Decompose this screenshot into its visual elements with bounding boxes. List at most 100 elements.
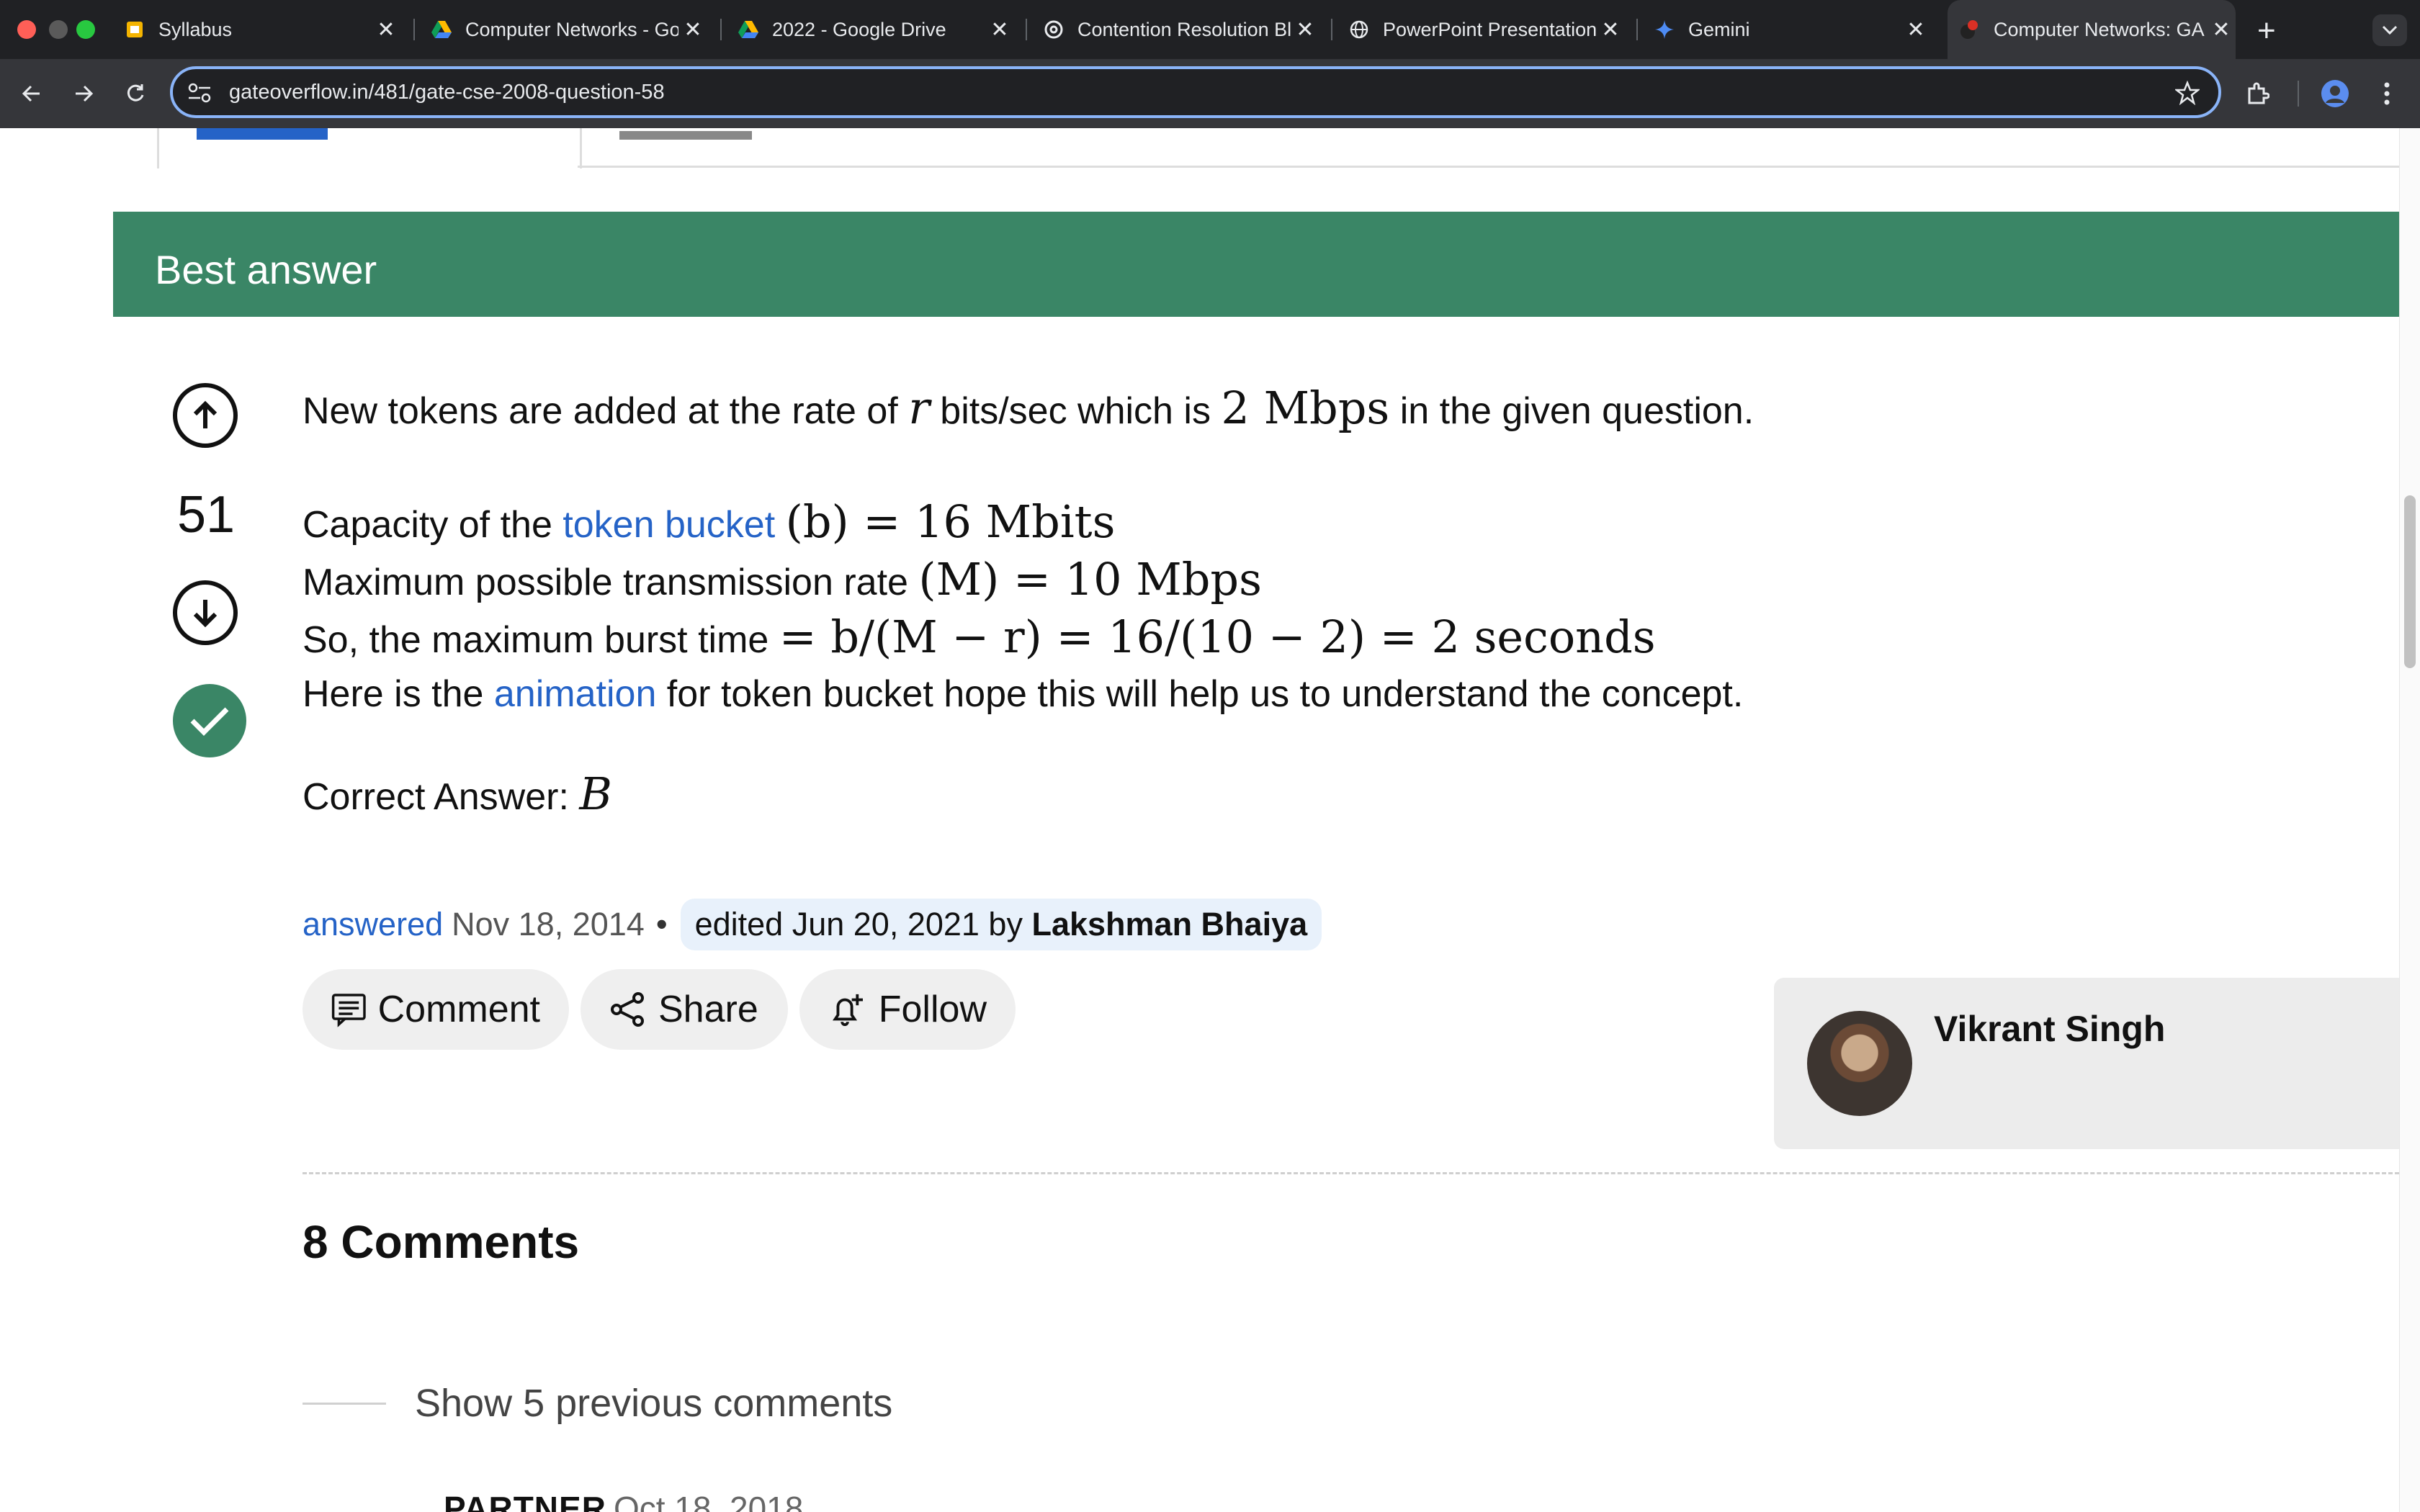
answer-line-max-rate: Maximum possible transmission rate (M) =… (302, 553, 1262, 606)
edited-info: edited Jun 20, 2021 by Lakshman Bhaiya (680, 899, 1322, 950)
correct-answer: Correct Answer: B (302, 768, 612, 820)
checkmark-icon (190, 707, 229, 736)
answer-line-burst-time: So, the maximum burst time = b/(M − r) =… (302, 611, 1656, 663)
tab-computer-networks-drive[interactable]: Computer Networks - Go ✕ (419, 0, 707, 59)
comment-icon (331, 994, 366, 1027)
partner-badge: PARTNER (444, 1490, 606, 1512)
author-name[interactable]: Vikrant Singh (1934, 1008, 2165, 1050)
comment-date: Oct 18, 2018 (613, 1490, 804, 1512)
scrollbar-thumb[interactable] (2404, 495, 2416, 668)
close-tab-icon[interactable]: ✕ (1596, 17, 1625, 42)
tab-gateoverflow-active[interactable]: Computer Networks: GA ✕ (1948, 0, 2236, 59)
tab-indicator (619, 131, 752, 140)
answer-tabs-strip (157, 128, 2407, 168)
reload-button[interactable] (118, 76, 153, 111)
kebab-menu-icon (2384, 82, 2390, 105)
arrow-up-icon (193, 400, 218, 428)
answer-line-capacity: Capacity of the token bucket (b) = 16 Mb… (302, 495, 1116, 548)
author-card: Vikrant Singh (1774, 978, 2415, 1149)
comment-author-line: PARTNER Oct 18, 2018 (444, 1489, 803, 1512)
close-tab-icon[interactable]: ✕ (372, 17, 400, 42)
tab-label: Gemini (1688, 18, 1750, 40)
token-bucket-link[interactable]: token bucket (563, 504, 775, 546)
share-button[interactable]: Share (581, 969, 788, 1050)
tab-label: Contention Resolution Bl (1077, 18, 1291, 40)
browser-tab-strip: Syllabus ✕ Computer Networks - Go ✕ 2022… (0, 0, 2420, 59)
answered-link[interactable]: answered (302, 906, 443, 943)
minimize-window-button[interactable] (49, 20, 68, 39)
answered-date: Nov 18, 2014 (452, 906, 645, 942)
site-info-icon[interactable] (187, 82, 212, 104)
back-button[interactable] (14, 76, 49, 111)
new-tab-button[interactable]: + (2257, 13, 2276, 49)
upvote-button[interactable] (173, 383, 238, 448)
close-tab-icon[interactable]: ✕ (2207, 17, 2236, 42)
address-bar[interactable]: gateoverflow.in/481/gate-cse-2008-questi… (170, 66, 2221, 118)
tab-label: PowerPoint Presentation (1383, 18, 1596, 40)
section-divider (302, 1172, 2406, 1174)
profile-avatar[interactable] (2318, 76, 2352, 111)
share-label: Share (658, 989, 758, 1030)
tab-search-button[interactable] (2372, 14, 2407, 46)
accepted-answer-badge[interactable] (173, 684, 246, 757)
google-drive-icon (738, 19, 759, 40)
tab-syllabus[interactable]: Syllabus ✕ (112, 0, 400, 59)
close-window-button[interactable] (17, 20, 36, 39)
best-answer-title: Best answer (155, 247, 377, 292)
reload-icon (127, 84, 144, 102)
close-tab-icon[interactable]: ✕ (678, 17, 707, 42)
follow-button[interactable]: Follow (799, 969, 1016, 1050)
extensions-button[interactable] (2240, 76, 2275, 111)
maximize-window-button[interactable] (76, 20, 95, 39)
math-rate: 2 Mbps (1221, 382, 1390, 434)
vote-count: 51 (177, 486, 236, 544)
downvote-button[interactable] (173, 580, 238, 645)
bell-plus-icon (833, 994, 863, 1026)
share-icon (611, 992, 644, 1027)
best-answer-header: Best answer (113, 212, 2406, 317)
page-content: Best answer 51 New tokens are added at t… (0, 128, 2420, 1512)
close-tab-icon[interactable]: ✕ (985, 17, 1014, 42)
google-drive-icon (431, 19, 452, 40)
bookmark-star-icon[interactable] (2175, 81, 2200, 105)
show-previous-label: Show 5 previous comments (415, 1382, 893, 1425)
openai-icon (1043, 19, 1065, 40)
arrow-left-icon (22, 85, 40, 102)
browser-menu-button[interactable] (2370, 76, 2404, 111)
gateoverflow-icon (1959, 19, 1981, 40)
close-tab-icon[interactable]: ✕ (1901, 17, 1930, 42)
tab-2022-drive[interactable]: 2022 - Google Drive ✕ (726, 0, 1014, 59)
gemini-icon (1654, 19, 1675, 40)
active-tab-indicator (197, 128, 328, 140)
math-var-r: r (908, 382, 930, 434)
math-capacity: (b) = 16 Mbits (785, 495, 1116, 548)
answer-meta: answered Nov 18, 2014 • edited Jun 20, 2… (302, 899, 1322, 950)
globe-icon (1348, 19, 1370, 40)
math-burst-time: = b/(M − r) = 16/(10 − 2) = 2 seconds (779, 611, 1656, 663)
editor-name[interactable]: Lakshman Bhaiya (1031, 906, 1307, 942)
comments-heading: 8 Comments (302, 1216, 580, 1268)
comment-button[interactable]: Comment (302, 969, 569, 1050)
arrow-down-icon (193, 600, 218, 628)
comment-label: Comment (377, 989, 540, 1030)
tab-contention-resolution[interactable]: Contention Resolution Bl ✕ (1031, 0, 1319, 59)
answer-line-animation: Here is the animation for token bucket h… (302, 673, 1744, 715)
tab-label: Computer Networks - Go (465, 18, 678, 40)
close-tab-icon[interactable]: ✕ (1291, 17, 1319, 42)
url-text[interactable]: gateoverflow.in/481/gate-cse-2008-questi… (229, 81, 665, 104)
arrow-right-icon (76, 85, 94, 102)
profile-icon (2321, 80, 2349, 107)
answer-line-token-rate: New tokens are added at the rate of r bi… (302, 382, 1754, 434)
avatar[interactable] (1807, 1011, 1912, 1116)
google-slides-icon (124, 19, 145, 40)
forward-button[interactable] (66, 76, 101, 111)
tab-label: Computer Networks: GA (1994, 18, 2205, 40)
tab-gemini[interactable]: Gemini ✕ (1642, 0, 1930, 59)
show-previous-comments[interactable]: Show 5 previous comments (302, 1381, 892, 1426)
follow-label: Follow (878, 989, 987, 1030)
animation-link[interactable]: animation (494, 673, 656, 715)
math-max-rate: (M) = 10 Mbps (918, 553, 1262, 606)
tab-powerpoint[interactable]: PowerPoint Presentation ✕ (1337, 0, 1625, 59)
tab-label: 2022 - Google Drive (772, 18, 946, 40)
scrollbar[interactable] (2399, 128, 2420, 1512)
